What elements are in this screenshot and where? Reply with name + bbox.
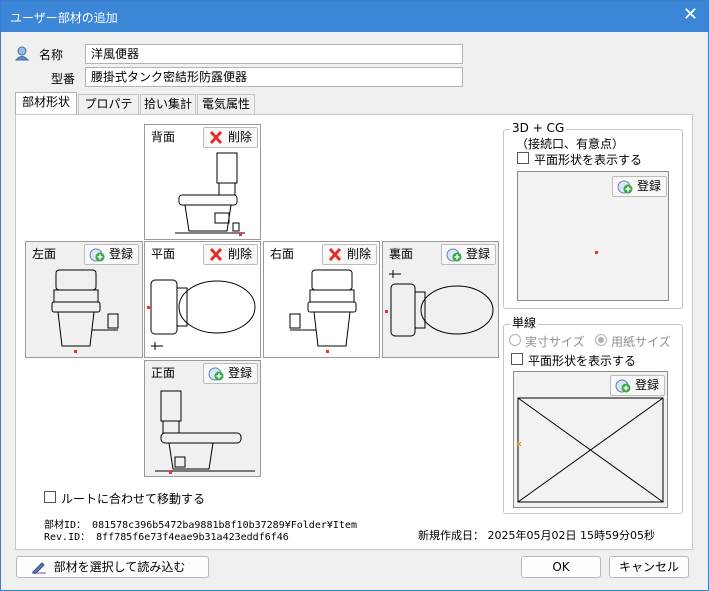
- view-left-label: 左面: [32, 247, 57, 261]
- dialog-window: ユーザー部材の追加 ✕ 名称 洋風便器 型番 腰掛式タンク密結形防露便器 部材形…: [0, 0, 709, 591]
- delete-x-icon: [328, 247, 342, 262]
- window-title: ユーザー部材の追加: [10, 11, 118, 25]
- plan-delete-button[interactable]: 削除: [203, 244, 259, 265]
- view-right[interactable]: 右面 削除: [263, 241, 380, 358]
- tab-takeoff[interactable]: 拾い集計: [140, 94, 196, 114]
- right-delete-button[interactable]: 削除: [322, 244, 378, 265]
- name-label: 名称: [39, 48, 64, 62]
- model-field[interactable]: 腰掛式タンク密結形防露便器: [85, 67, 463, 87]
- toilet-right-drawing: [289, 269, 357, 353]
- view-rear[interactable]: 裏面 登録: [382, 241, 499, 358]
- back-delete-label: 削除: [228, 130, 253, 144]
- delete-x-icon: [209, 130, 223, 145]
- close-icon[interactable]: ✕: [683, 5, 698, 25]
- view-plan-label: 平面: [151, 247, 176, 261]
- register-3d-button[interactable]: 登録: [612, 176, 668, 197]
- back-delete-button[interactable]: 削除: [203, 127, 259, 148]
- name-field[interactable]: 洋風便器: [85, 44, 463, 64]
- view-rear-label: 裏面: [389, 247, 414, 261]
- group-3d-subtitle: （接続口、有意点）: [516, 137, 625, 151]
- left-register-label: 登録: [109, 247, 134, 261]
- radio-actual-size[interactable]: [509, 334, 521, 346]
- group-3d-cg: 3D + CG （接続口、有意点） 平面形状を表示する 登録: [503, 121, 683, 309]
- load-part-button[interactable]: 部材を選択して読み込む: [16, 556, 209, 578]
- title-bar: ユーザー部材の追加 ✕: [1, 1, 708, 32]
- view-front-label: 正面: [151, 366, 176, 380]
- group-3d-title: 3D + CG: [510, 121, 567, 135]
- radio-actual-size-label: 実寸サイズ: [525, 335, 585, 349]
- cancel-button[interactable]: キャンセル: [609, 556, 689, 578]
- tab-shape[interactable]: 部材形状: [15, 92, 77, 114]
- preview-single-line: 登録: [513, 371, 668, 508]
- delete-x-icon: [209, 247, 223, 262]
- front-register-label: 登録: [228, 366, 253, 380]
- show-plan-3d-checkbox[interactable]: [517, 152, 529, 164]
- route-follow-checkbox[interactable]: [44, 491, 56, 503]
- shape-panel: 背面 削除 左面 登録 平面 削除 右面 削除 裏面 登録 正面 登録 3D +…: [15, 114, 693, 550]
- route-follow-label: ルートに合わせて移動する: [61, 492, 206, 506]
- right-delete-label: 削除: [347, 247, 372, 261]
- register-single-button[interactable]: 登録: [610, 375, 666, 396]
- show-plan-single-label: 平面形状を表示する: [528, 354, 637, 368]
- register-icon: [89, 248, 105, 262]
- pen-icon: [32, 562, 46, 574]
- front-register-button[interactable]: 登録: [203, 363, 259, 384]
- radio-paper-size[interactable]: [595, 334, 607, 346]
- group-single-line: 単線 実寸サイズ 用紙サイズ 平面形状を表示する 登録: [503, 316, 683, 514]
- register-icon: [615, 379, 631, 393]
- load-part-label: 部材を選択して読み込む: [53, 560, 186, 574]
- preview-3d: 登録: [517, 171, 669, 301]
- rear-register-label: 登録: [466, 247, 491, 261]
- ok-button[interactable]: OK: [521, 556, 601, 578]
- toilet-plan-drawing: [147, 279, 256, 350]
- view-plan[interactable]: 平面 削除: [144, 241, 261, 358]
- register-icon: [617, 180, 633, 194]
- register-3d-label: 登録: [637, 179, 662, 193]
- toilet-left-drawing: [51, 269, 119, 353]
- tab-properties[interactable]: プロパティ: [78, 94, 139, 129]
- created-date: 新規作成日： 2025年05月02日 15時59分05秒: [418, 529, 655, 542]
- view-right-label: 右面: [270, 247, 295, 261]
- view-back[interactable]: 背面 削除: [144, 124, 261, 240]
- view-front[interactable]: 正面 登録: [144, 360, 261, 477]
- toilet-rear-drawing: [385, 270, 494, 337]
- left-register-button[interactable]: 登録: [84, 244, 140, 265]
- register-icon: [446, 248, 462, 262]
- origin-point: [595, 251, 598, 254]
- toilet-front-drawing: [155, 390, 255, 474]
- group-single-title: 単線: [510, 316, 539, 330]
- toilet-back-drawing: [175, 152, 245, 236]
- show-plan-single-checkbox[interactable]: [511, 353, 523, 365]
- model-label: 型番: [51, 72, 76, 86]
- register-single-label: 登録: [635, 378, 660, 392]
- plan-delete-label: 削除: [228, 247, 253, 261]
- tab-electrical[interactable]: 電気属性: [197, 94, 255, 114]
- show-plan-3d-label: 平面形状を表示する: [534, 153, 643, 167]
- rear-register-button[interactable]: 登録: [441, 244, 497, 265]
- view-back-label: 背面: [151, 130, 176, 144]
- view-left[interactable]: 左面 登録: [25, 241, 143, 358]
- user-part-icon: [14, 46, 30, 61]
- radio-paper-size-label: 用紙サイズ: [611, 335, 671, 349]
- rev-id: Rev.ID： 8ff785f6e73f4eae9b31a423eddf6f46: [44, 532, 289, 543]
- register-icon: [208, 367, 224, 381]
